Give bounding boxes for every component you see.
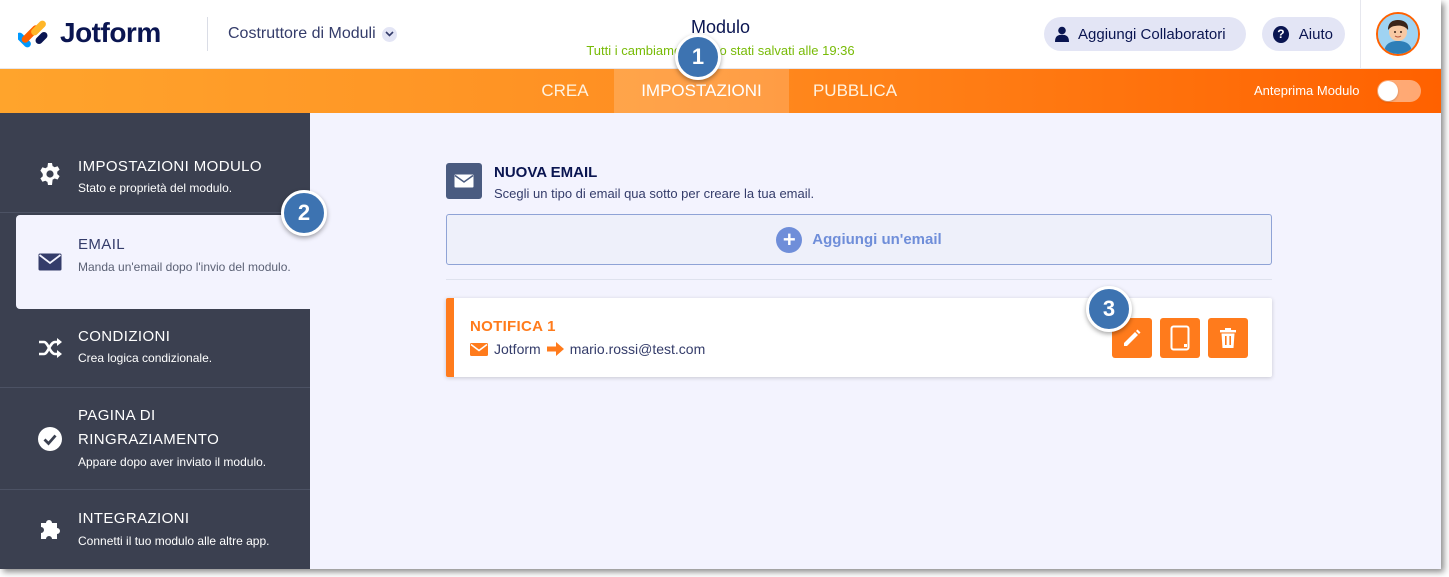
add-email-label: Aggiungi un'email (812, 231, 942, 248)
help-label: Aiuto (1298, 25, 1333, 43)
new-email-icon (446, 163, 482, 199)
sidebar-item-title: EMAIL (78, 236, 126, 253)
settings-sidebar: IMPOSTAZIONI MODULO Stato e proprietà de… (0, 113, 310, 569)
form-preview-label: Anteprima Modulo (1254, 83, 1360, 98)
user-icon (1055, 26, 1069, 42)
sidebar-item-thank-you-page[interactable]: PAGINA DI RINGRAZIAMENTO Appare dopo ave… (0, 388, 310, 490)
sidebar-item-integrations[interactable]: INTEGRAZIONI Connetti il tuo modulo alle… (0, 490, 310, 569)
sidebar-item-desc: Appare dopo aver inviato il modulo. (78, 455, 267, 469)
step-marker-1: 1 (675, 34, 721, 80)
sidebar-item-form-settings[interactable]: IMPOSTAZIONI MODULO Stato e proprietà de… (0, 113, 310, 213)
notification-route: Jotform mario.rossi@test.com (470, 341, 705, 357)
delete-button[interactable] (1208, 318, 1248, 358)
add-collaborators-button[interactable]: Aggiungi Collaboratori (1044, 17, 1246, 51)
trash-icon (1220, 328, 1236, 348)
notification-sender: Jotform (494, 341, 541, 357)
add-email-button[interactable]: + Aggiungi un'email (446, 214, 1272, 265)
form-preview-toggle[interactable] (1377, 80, 1421, 102)
sidebar-item-desc: Crea logica condizionale. (78, 351, 213, 365)
notification-title: NOTIFICA 1 (470, 318, 556, 335)
main-nav: CREA IMPOSTAZIONI PUBBLICA Anteprima Mod… (0, 69, 1441, 113)
add-collaborators-label: Aggiungi Collaboratori (1078, 25, 1226, 43)
mail-icon (470, 342, 488, 356)
gear-icon (37, 161, 63, 187)
section-divider (446, 279, 1272, 280)
shuffle-icon (37, 335, 63, 361)
device-icon (1170, 325, 1190, 351)
user-avatar[interactable] (1376, 12, 1420, 56)
tab-pubblica[interactable]: PUBBLICA (795, 69, 915, 113)
notification-recipient: mario.rossi@test.com (569, 341, 706, 357)
puzzle-icon (37, 516, 63, 542)
question-icon: ? (1273, 25, 1289, 43)
avatar-face-icon (1378, 14, 1418, 54)
sidebar-item-title: INTEGRAZIONI (78, 510, 190, 527)
sidebar-item-email[interactable]: EMAIL Manda un'email dopo l'invio del mo… (16, 215, 310, 309)
step-marker-2: 2 (281, 190, 327, 236)
new-email-title: NUOVA EMAIL (494, 164, 598, 181)
sidebar-item-desc: Connetti il tuo modulo alle altre app. (78, 534, 270, 548)
app-window: Jotform Costruttore di Moduli Modulo Tut… (0, 0, 1441, 569)
avatar-divider (1360, 0, 1361, 69)
sidebar-item-desc: Manda un'email dopo l'invio del modulo. (78, 260, 291, 274)
pencil-icon (1122, 328, 1142, 348)
plus-circle-icon: + (776, 226, 803, 253)
check-circle-icon (37, 426, 63, 452)
sidebar-item-desc: Stato e proprietà del modulo. (78, 181, 233, 195)
tab-crea[interactable]: CREA (520, 69, 610, 113)
sidebar-item-title: CONDIZIONI (78, 328, 171, 345)
envelope-icon (37, 249, 63, 275)
new-email-description: Scegli un tipo di email qua sotto per cr… (494, 186, 815, 201)
help-button[interactable]: ? Aiuto (1262, 17, 1345, 51)
sidebar-item-title: IMPOSTAZIONI MODULO (78, 158, 262, 175)
step-marker-3: 3 (1086, 286, 1132, 332)
mobile-preview-button[interactable] (1160, 318, 1200, 358)
arrow-right-icon (546, 342, 564, 356)
toggle-knob (1378, 81, 1398, 101)
sidebar-item-title: PAGINA DI RINGRAZIAMENTO (78, 407, 220, 448)
sidebar-item-conditions[interactable]: CONDIZIONI Crea logica condizionale. (0, 309, 310, 388)
notification-card[interactable]: NOTIFICA 1 Jotform mario.rossi@test.com (446, 298, 1272, 377)
